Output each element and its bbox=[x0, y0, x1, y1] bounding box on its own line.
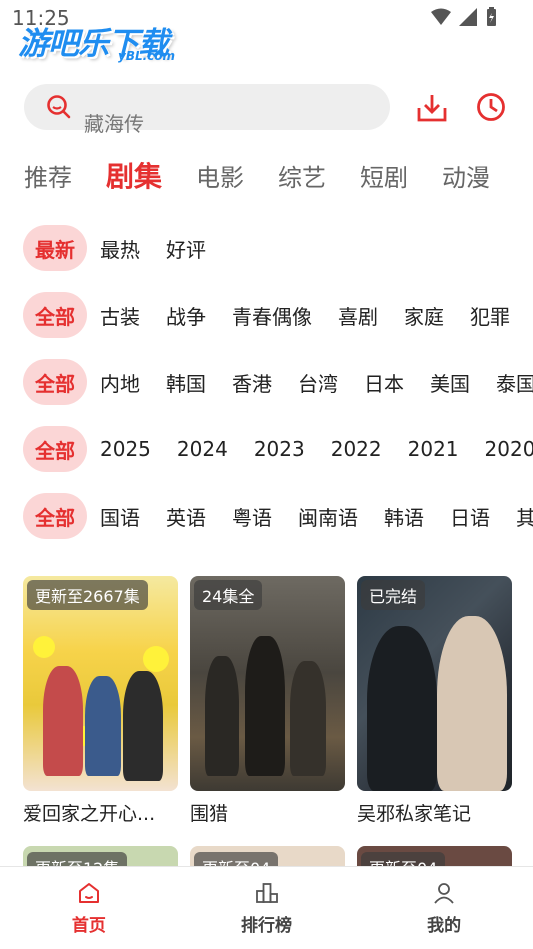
filter-chip[interactable]: 2024 bbox=[177, 437, 228, 461]
show-title: 吴邪私家笔记 bbox=[357, 803, 472, 825]
ranking-icon bbox=[255, 883, 278, 903]
filter-chip[interactable]: 国语 bbox=[100, 502, 140, 531]
logo-subtext: yBL.com bbox=[118, 49, 176, 63]
filter-chip[interactable]: 日语 bbox=[450, 502, 490, 531]
poster-figure bbox=[205, 656, 239, 776]
filter-chip[interactable]: 日本 bbox=[364, 368, 404, 397]
filter-chip[interactable]: 家庭 bbox=[404, 301, 444, 330]
filter-chip[interactable]: 美国 bbox=[430, 368, 470, 397]
show-card[interactable]: 更新至2667集 爱回家之开心... bbox=[23, 576, 178, 826]
show-card[interactable]: 24集全 围猎 bbox=[190, 576, 345, 826]
nav-label: 首页 bbox=[71, 916, 106, 936]
show-poster: 24集全 bbox=[190, 576, 345, 791]
home-icon bbox=[78, 883, 99, 903]
poster-figure bbox=[245, 636, 285, 776]
poster-figure bbox=[123, 671, 163, 781]
show-title: 围猎 bbox=[190, 803, 229, 825]
poster-figure bbox=[43, 666, 83, 776]
filter-chip[interactable]: 2020 bbox=[485, 437, 533, 461]
filter-chip[interactable]: 其他 bbox=[516, 502, 533, 531]
poster-figure bbox=[290, 661, 326, 776]
filter-chip[interactable]: 青春偶像 bbox=[232, 301, 312, 330]
filter-chip[interactable]: 2022 bbox=[331, 437, 382, 461]
filter-chip[interactable]: 韩语 bbox=[384, 502, 424, 531]
download-icon[interactable] bbox=[416, 92, 448, 124]
category-tabs: 推荐 剧集 电影 综艺 短剧 动漫 bbox=[24, 155, 524, 195]
filter-chip[interactable]: 战争 bbox=[166, 301, 206, 330]
poster-decoration bbox=[143, 646, 169, 672]
poster-decoration bbox=[33, 636, 55, 658]
filter-chip[interactable]: 喜剧 bbox=[338, 301, 378, 330]
filter-row-sort: 最新 最热 好评 bbox=[23, 224, 533, 272]
update-badge: 已完结 bbox=[361, 580, 426, 610]
poster-figure bbox=[85, 676, 121, 776]
filter-chip[interactable]: 内地 bbox=[100, 368, 140, 397]
filter-chip[interactable]: 香港 bbox=[232, 368, 272, 397]
show-grid: 更新至2667集 爱回家之开心... 24集全 围猎 已完结 吴邪私家笔记 bbox=[23, 576, 512, 826]
filter-row-year: 全部 2025 2024 2023 2022 2021 2020 bbox=[23, 425, 533, 473]
signal-icon bbox=[459, 8, 477, 26]
poster-figure bbox=[437, 616, 507, 791]
filter-chip[interactable]: 2025 bbox=[100, 437, 151, 461]
search-icon bbox=[47, 95, 71, 119]
filter-chip-top-rated[interactable]: 好评 bbox=[166, 234, 206, 263]
search-input[interactable]: 藏海传 bbox=[24, 84, 390, 136]
show-poster: 已完结 bbox=[357, 576, 512, 791]
status-icons bbox=[431, 7, 497, 27]
filter-chip[interactable]: 闽南语 bbox=[298, 502, 358, 531]
filter-chip[interactable]: 粤语 bbox=[232, 502, 272, 531]
tab-variety[interactable]: 综艺 bbox=[278, 158, 326, 193]
filter-chip[interactable]: 2023 bbox=[254, 437, 305, 461]
filter-chip-all[interactable]: 全部 bbox=[23, 359, 87, 405]
show-poster: 更新至2667集 bbox=[23, 576, 178, 791]
nav-profile[interactable]: 我的 bbox=[355, 867, 533, 949]
tab-recommend[interactable]: 推荐 bbox=[24, 158, 72, 193]
filter-chip-all[interactable]: 全部 bbox=[23, 292, 87, 338]
history-icon[interactable] bbox=[476, 92, 506, 122]
filter-chip-latest[interactable]: 最新 bbox=[23, 225, 87, 271]
update-badge: 更新至2667集 bbox=[27, 580, 148, 610]
nav-ranking[interactable]: 排行榜 bbox=[178, 867, 356, 949]
tab-anime[interactable]: 动漫 bbox=[442, 158, 490, 193]
tab-short-drama[interactable]: 短剧 bbox=[360, 158, 408, 193]
filter-chip[interactable]: 古装 bbox=[100, 301, 140, 330]
profile-icon bbox=[434, 883, 454, 904]
nav-label: 我的 bbox=[427, 916, 462, 936]
filter-row-region: 全部 内地 韩国 香港 台湾 日本 美国 泰国 bbox=[23, 358, 533, 406]
tab-movie[interactable]: 电影 bbox=[196, 158, 244, 193]
nav-home[interactable]: 首页 bbox=[0, 867, 178, 949]
filter-chip[interactable]: 泰国 bbox=[496, 368, 533, 397]
show-title: 爱回家之开心... bbox=[23, 803, 156, 825]
poster-figure bbox=[367, 626, 437, 791]
search-placeholder: 藏海传 bbox=[84, 112, 144, 136]
filter-chip[interactable]: 犯罪 bbox=[470, 301, 510, 330]
nav-label: 排行榜 bbox=[241, 916, 292, 936]
battery-icon bbox=[487, 7, 496, 26]
filter-chip-all[interactable]: 全部 bbox=[23, 426, 87, 472]
tab-series[interactable]: 剧集 bbox=[106, 155, 162, 195]
filter-chip[interactable]: 韩国 bbox=[166, 368, 206, 397]
update-badge: 24集全 bbox=[194, 580, 263, 610]
show-card[interactable]: 已完结 吴邪私家笔记 bbox=[357, 576, 512, 826]
filter-chip-hottest[interactable]: 最热 bbox=[100, 234, 140, 263]
app-logo: 游吧乐下载 yBL.com bbox=[18, 18, 175, 63]
filter-chip-all[interactable]: 全部 bbox=[23, 493, 87, 539]
filter-chip[interactable]: 2021 bbox=[408, 437, 459, 461]
wifi-icon bbox=[431, 8, 451, 25]
filter-chip[interactable]: 台湾 bbox=[298, 368, 338, 397]
filter-row-language: 全部 国语 英语 粤语 闽南语 韩语 日语 其他 bbox=[23, 492, 533, 540]
filter-row-genre: 全部 古装 战争 青春偶像 喜剧 家庭 犯罪 bbox=[23, 291, 533, 339]
filter-chip[interactable]: 英语 bbox=[166, 502, 206, 531]
bottom-nav: 首页 排行榜 我的 bbox=[0, 866, 533, 949]
